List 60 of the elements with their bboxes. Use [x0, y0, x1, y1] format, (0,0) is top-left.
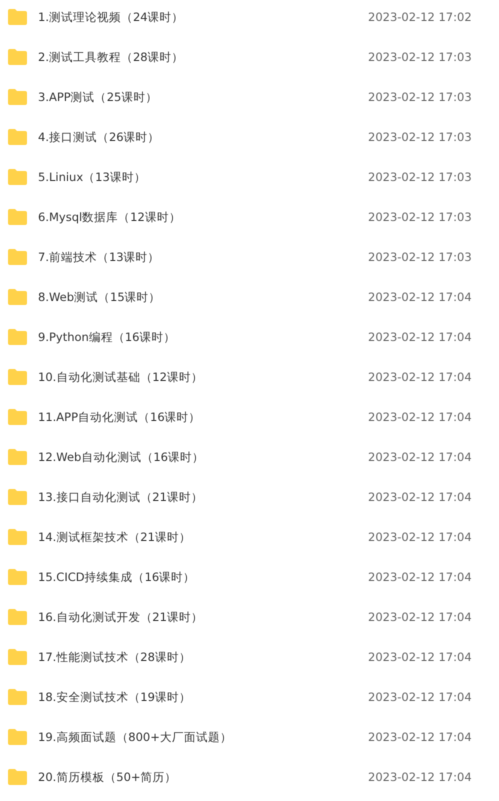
modified-date: 2023-02-12 17:03 — [368, 50, 473, 64]
folder-icon — [8, 409, 27, 425]
modified-date: 2023-02-12 17:04 — [368, 730, 473, 744]
folder-icon — [8, 89, 27, 105]
folder-name[interactable]: 3.APP测试（25课时） — [38, 90, 368, 104]
folder-icon — [8, 369, 27, 385]
folder-name[interactable]: 20.简历模板（50+简历） — [38, 770, 368, 784]
modified-date: 2023-02-12 17:04 — [368, 770, 473, 784]
folder-name[interactable]: 18.安全测试技术（19课时） — [38, 690, 368, 704]
modified-date: 2023-02-12 17:04 — [368, 290, 473, 304]
modified-date: 2023-02-12 17:04 — [368, 690, 473, 704]
modified-date: 2023-02-12 17:03 — [368, 210, 473, 224]
folder-name[interactable]: 17.性能测试技术（28课时） — [38, 650, 368, 664]
folder-icon — [8, 129, 27, 145]
folder-name[interactable]: 5.Liniux（13课时） — [38, 170, 368, 184]
modified-date: 2023-02-12 17:04 — [368, 450, 473, 464]
folder-icon — [8, 449, 27, 465]
folder-icon — [8, 689, 27, 705]
folder-icon — [8, 169, 27, 185]
modified-date: 2023-02-12 17:04 — [368, 330, 473, 344]
modified-date: 2023-02-12 17:04 — [368, 610, 473, 624]
folder-icon — [8, 249, 27, 265]
folder-icon — [8, 209, 27, 225]
folder-icon — [8, 769, 27, 785]
folder-name[interactable]: 19.高频面试题（800+大厂面试题） — [38, 730, 368, 744]
folder-icon — [8, 649, 27, 665]
modified-date: 2023-02-12 17:02 — [368, 10, 473, 24]
folder-name[interactable]: 15.CICD持续集成（16课时） — [38, 570, 368, 584]
modified-date: 2023-02-12 17:04 — [368, 650, 473, 664]
folder-icon — [8, 609, 27, 625]
folder-name[interactable]: 10.自动化测试基础（12课时） — [38, 370, 368, 384]
modified-date: 2023-02-12 17:04 — [368, 410, 473, 424]
folder-name[interactable]: 8.Web测试（15课时） — [38, 290, 368, 304]
folder-icon — [8, 289, 27, 305]
folder-name[interactable]: 6.Mysql数据库（12课时） — [38, 210, 368, 224]
modified-date: 2023-02-12 17:04 — [368, 570, 473, 584]
folder-icon — [8, 729, 27, 745]
modified-date: 2023-02-12 17:03 — [368, 90, 473, 104]
folder-name[interactable]: 9.Python编程（16课时） — [38, 330, 368, 344]
folder-icon — [8, 529, 27, 545]
folder-name[interactable]: 16.自动化测试开发（21课时） — [38, 610, 368, 624]
folder-name[interactable]: 12.Web自动化测试（16课时） — [38, 450, 368, 464]
modified-date: 2023-02-12 17:03 — [368, 250, 473, 264]
modified-date: 2023-02-12 17:03 — [368, 130, 473, 144]
folder-name[interactable]: 4.接口测试（26课时） — [38, 130, 368, 144]
modified-date: 2023-02-12 17:04 — [368, 490, 473, 504]
modified-date: 2023-02-12 17:04 — [368, 530, 473, 544]
modified-date: 2023-02-12 17:03 — [368, 170, 473, 184]
folder-name[interactable]: 1.测试理论视频（24课时） — [38, 10, 368, 24]
folder-name[interactable]: 7.前端技术（13课时） — [38, 250, 368, 264]
folder-name[interactable]: 13.接口自动化测试（21课时） — [38, 490, 368, 504]
folder-icon — [8, 49, 27, 65]
folder-name[interactable]: 14.测试框架技术（21课时） — [38, 530, 368, 544]
folder-icon — [8, 489, 27, 505]
folder-name[interactable]: 11.APP自动化测试（16课时） — [38, 410, 368, 424]
modified-date: 2023-02-12 17:04 — [368, 370, 473, 384]
folder-name[interactable]: 2.测试工具教程（28课时） — [38, 50, 368, 64]
folder-icon — [8, 9, 27, 25]
folder-icon — [8, 329, 27, 345]
folder-icon — [8, 569, 27, 585]
